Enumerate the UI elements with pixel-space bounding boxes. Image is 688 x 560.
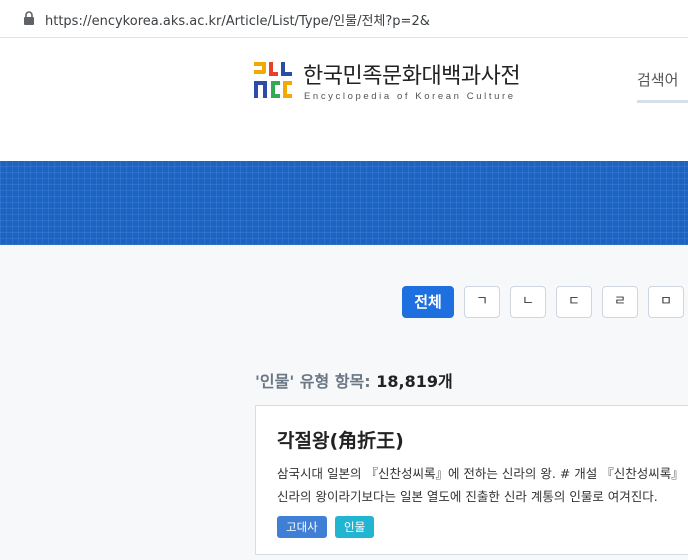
index-button-digeut[interactable]: ㄷ [556, 286, 592, 318]
logo-subtitle: Encyclopedia of Korean Culture [304, 91, 516, 102]
summary-line: 삼국시대 일본의 『신찬성씨록』에 전하는 신라의 왕. # 개설 『신찬성씨록… [277, 466, 684, 481]
hero-banner [0, 161, 688, 245]
encyclopedia-logo-icon[interactable] [254, 62, 292, 98]
index-button-giyeok[interactable]: ㄱ [464, 286, 500, 318]
type-label: '인물' 유형 항목: [255, 372, 371, 391]
search-input[interactable]: 검색어 [637, 69, 678, 90]
article-title[interactable]: 각절왕(角折王) [277, 426, 404, 453]
lock-icon [24, 11, 34, 25]
article-summary: 삼국시대 일본의 『신찬성씨록』에 전하는 신라의 왕. # 개설 『신찬성씨록… [277, 462, 688, 508]
logo-title[interactable]: 한국민족문화대백과사전 [303, 58, 521, 90]
index-button-all[interactable]: 전체 [402, 286, 454, 318]
tag-person[interactable]: 인물 [335, 516, 375, 538]
index-button-mieum[interactable]: ㅁ [648, 286, 684, 318]
index-button-rieul[interactable]: ㄹ [602, 286, 638, 318]
count-value: 18,819개 [376, 372, 453, 391]
result-count: '인물' 유형 항목: 18,819개 [255, 368, 453, 392]
url-text[interactable]: https://encykorea.aks.ac.kr/Article/List… [45, 10, 430, 29]
index-button-nieun[interactable]: ㄴ [510, 286, 546, 318]
summary-line: 신라의 왕이라기보다는 일본 열도에 진출한 신라 계통의 인물로 여겨진다. [277, 489, 658, 504]
article-card[interactable]: 각절왕(角折王) 삼국시대 일본의 『신찬성씨록』에 전하는 신라의 왕. # … [255, 405, 688, 555]
search-underline [637, 100, 688, 103]
browser-address-bar[interactable]: https://encykorea.aks.ac.kr/Article/List… [0, 0, 688, 38]
tag-ancient-history[interactable]: 고대사 [277, 516, 327, 538]
